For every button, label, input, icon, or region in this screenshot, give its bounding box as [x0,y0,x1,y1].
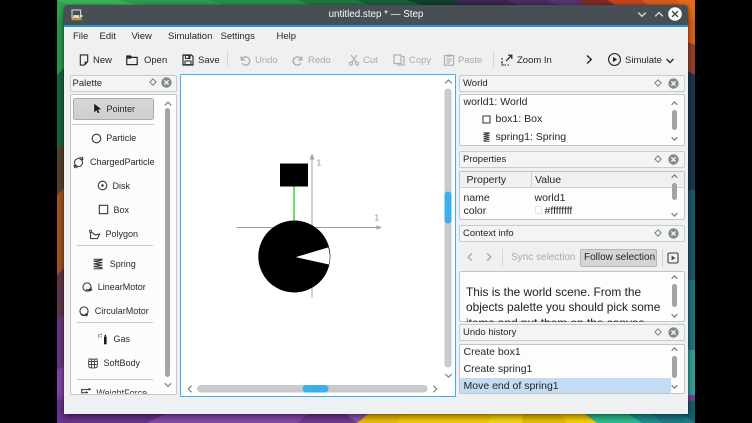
svg-text:1: 1 [374,212,379,222]
svg-text:1: 1 [316,157,321,167]
